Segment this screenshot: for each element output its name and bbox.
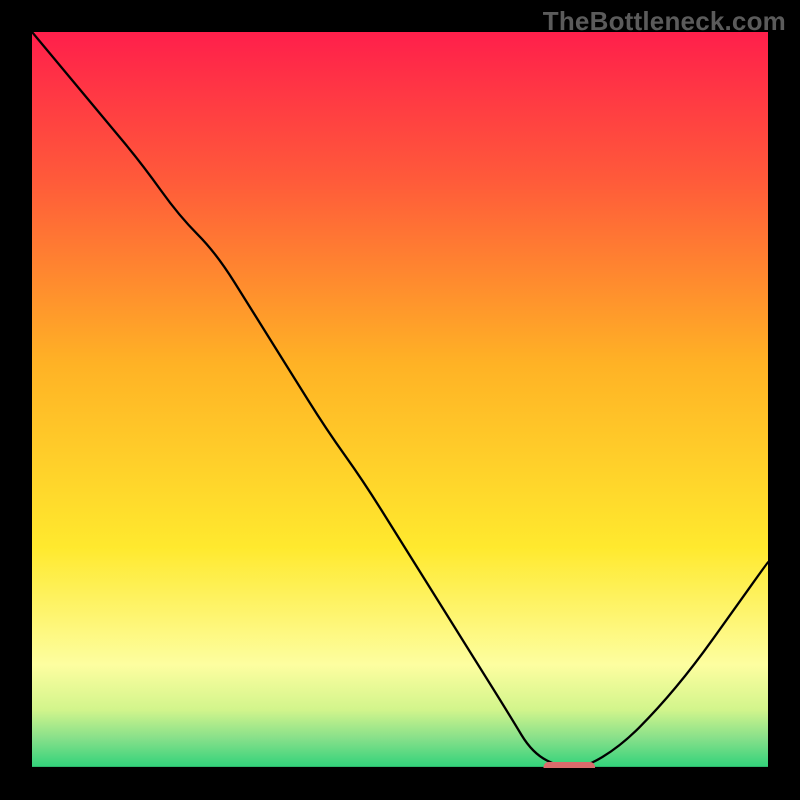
optimal-marker — [32, 32, 768, 768]
chart-container: TheBottleneck.com — [0, 0, 800, 800]
plot-area — [32, 32, 768, 768]
